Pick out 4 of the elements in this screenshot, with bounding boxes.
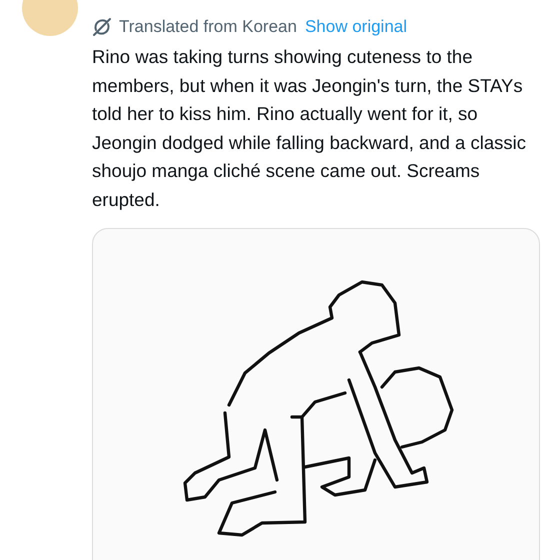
translation-label: Translated from Korean	[119, 17, 297, 37]
translate-icon	[92, 17, 112, 37]
show-original-link[interactable]: Show original	[304, 17, 408, 37]
tweet-text: Rino was taking turns showing cuteness to the members, but when it was Jeongin's turn, the STAYs told her to kiss him. Rino actually went for it, so Jeongin dodged while falling backward, and a classic shoujo manga cliché scene came out. Screams erupted.	[92, 45, 527, 212]
